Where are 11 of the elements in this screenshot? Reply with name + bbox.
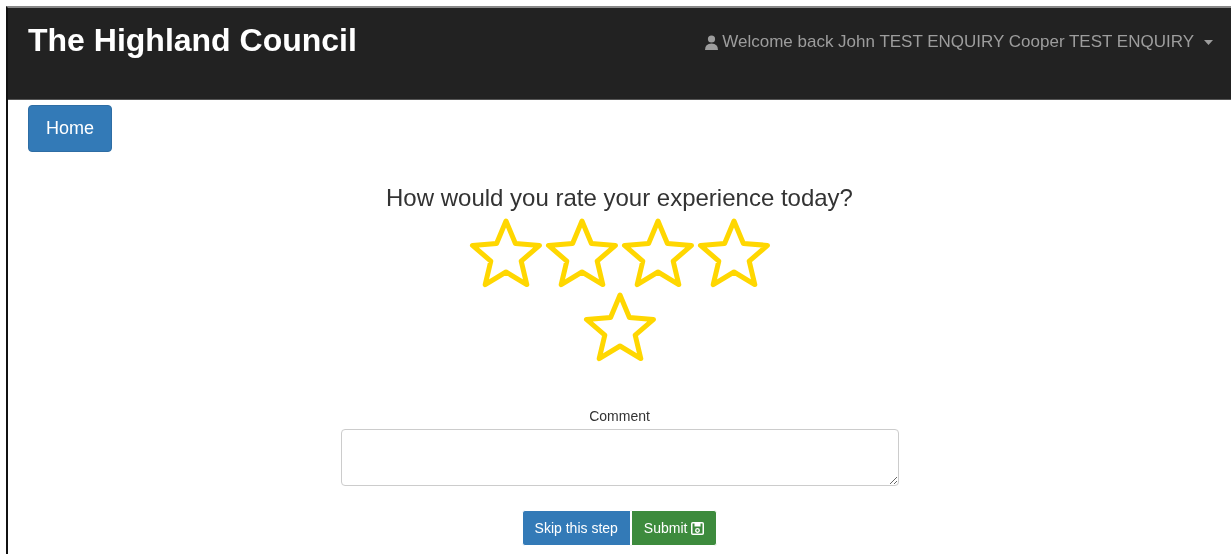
site-title: The Highland Council [28, 22, 357, 59]
save-icon [691, 521, 705, 535]
submit-button[interactable]: Submit [630, 510, 718, 546]
rating-question: How would you rate your experience today? [386, 184, 853, 212]
comment-label: Comment [589, 408, 650, 424]
home-button[interactable]: Home [28, 105, 112, 152]
skip-button[interactable]: Skip this step [521, 510, 631, 546]
caret-icon [1204, 39, 1213, 45]
comment-field[interactable] [340, 429, 899, 486]
user-icon [705, 34, 719, 50]
user-menu[interactable]: Welcome back John TEST ENQUIRY Cooper TEST ENQUIRY [705, 32, 1213, 52]
